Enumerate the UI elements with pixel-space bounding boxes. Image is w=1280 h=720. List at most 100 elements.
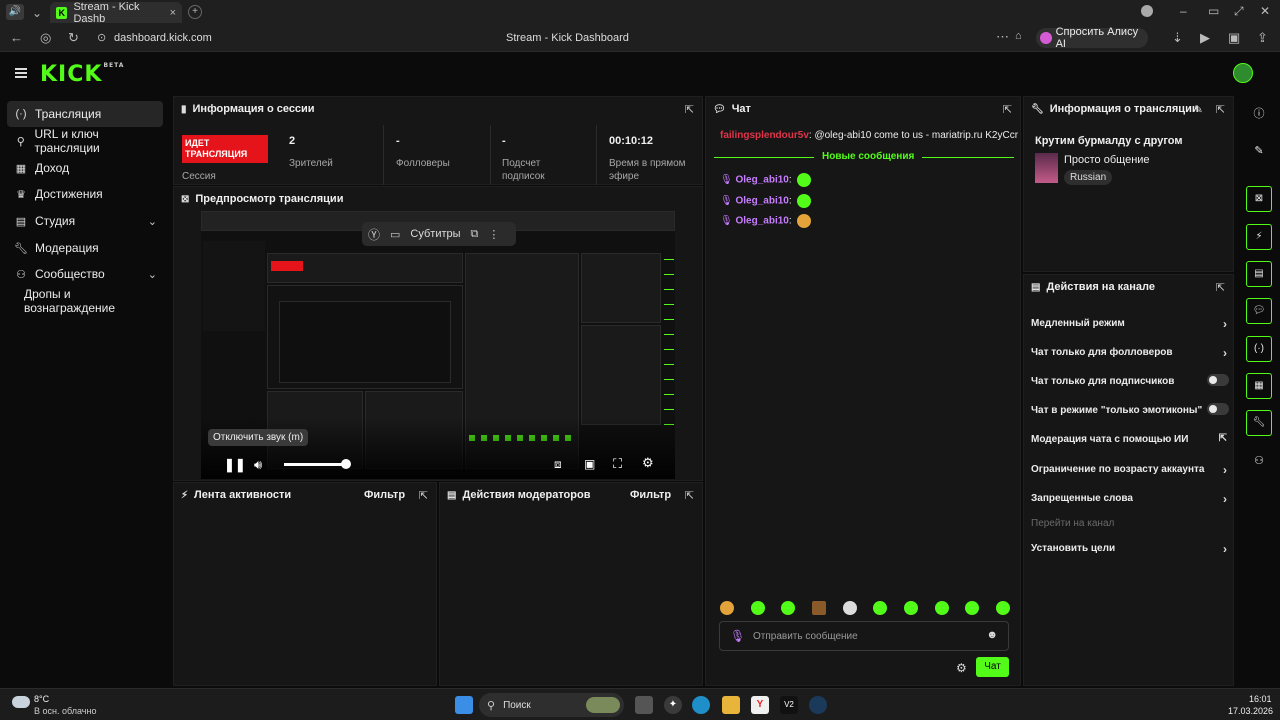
- tab-close-icon[interactable]: ×: [170, 7, 176, 19]
- action-followers-only[interactable]: Чат только для фолловеров ›: [1031, 346, 1227, 360]
- chat-username[interactable]: Oleg_abi10: [735, 196, 788, 207]
- v2-app-icon[interactable]: V2: [780, 696, 798, 714]
- restore-icon[interactable]: ▭: [1208, 5, 1219, 17]
- sidebar-item-drops[interactable]: Дропы и вознаграждение: [7, 287, 163, 315]
- community-rail-icon[interactable]: ⚇: [1246, 448, 1272, 474]
- yandex-browser-icon[interactable]: Y: [751, 696, 769, 714]
- filter-button[interactable]: Фильтр: [364, 489, 405, 501]
- action-account-age[interactable]: Ограничение по возрасту аккаунта ›: [1031, 463, 1227, 477]
- popout-icon[interactable]: ⇱: [419, 489, 428, 502]
- browser-tab[interactable]: K Stream - Kick Dashb ×: [50, 1, 182, 25]
- sidebar-item-broadcast[interactable]: (·) Трансляция: [7, 101, 163, 127]
- edit-icon[interactable]: ✎: [1194, 103, 1203, 116]
- url-field[interactable]: dashboard.kick.com: [114, 32, 212, 44]
- alice-button[interactable]: Спросить Алису AI: [1036, 26, 1148, 50]
- file-explorer-icon[interactable]: [722, 696, 740, 714]
- volume-icon[interactable]: 🔊︎: [254, 457, 262, 473]
- minimize-icon[interactable]: –: [1180, 5, 1187, 17]
- more-vertical-icon[interactable]: ⋮: [488, 228, 499, 241]
- sidebar-item-revenue[interactable]: ▦ Доход: [7, 155, 163, 181]
- site-info-icon[interactable]: ⊙: [97, 31, 106, 44]
- action-slow-mode[interactable]: Медленный режим ›: [1031, 317, 1227, 331]
- emote-icon[interactable]: [811, 601, 826, 615]
- sidebar-item-moderation[interactable]: 🔧︎ Модерация: [7, 235, 163, 261]
- edge-icon[interactable]: [692, 696, 710, 714]
- copilot-icon[interactable]: ✦: [664, 696, 682, 714]
- bookmark-icon[interactable]: ⌂: [1015, 30, 1022, 42]
- emote-icon[interactable]: [934, 601, 949, 615]
- broadcast-rail-icon[interactable]: (·): [1246, 336, 1272, 362]
- info-icon[interactable]: ⓘ: [1246, 101, 1272, 127]
- steam-icon[interactable]: [809, 696, 827, 714]
- popout-icon[interactable]: ⇱: [1216, 103, 1225, 116]
- document-rail-icon[interactable]: ▤: [1246, 261, 1272, 287]
- popout-icon[interactable]: ⇱: [685, 489, 694, 502]
- subscribers-only-toggle[interactable]: [1207, 374, 1229, 386]
- emote-icon[interactable]: [903, 601, 918, 615]
- emote-icon[interactable]: [873, 601, 888, 615]
- emote-icon[interactable]: [965, 601, 980, 615]
- emote-icon[interactable]: [842, 601, 857, 615]
- collections-icon[interactable]: ▣: [1228, 30, 1240, 46]
- downloads-icon[interactable]: ⇣: [1172, 30, 1183, 46]
- action-ai-moderation[interactable]: Модерация чата с помощью ИИ ⇱: [1031, 433, 1227, 445]
- lightning-rail-icon[interactable]: ⚡︎: [1246, 224, 1272, 250]
- more-icon[interactable]: ⋯: [996, 29, 1009, 45]
- chat-username[interactable]: Oleg_abi10: [735, 175, 788, 186]
- chat-username[interactable]: Oleg_abi10: [735, 216, 788, 227]
- back-icon[interactable]: ←: [10, 30, 23, 45]
- chat-rail-icon[interactable]: 💬︎: [1246, 298, 1272, 324]
- task-view-icon[interactable]: [635, 696, 653, 714]
- sidebar-item-achievements[interactable]: ♛ Достижения: [7, 181, 163, 207]
- close-window-icon[interactable]: ✕: [1260, 5, 1270, 17]
- chat-input[interactable]: 🎙︎ Отправить сообщение ☻: [719, 621, 1009, 651]
- action-set-goals[interactable]: Установить цели ›: [1031, 542, 1227, 556]
- fullscreen-icon[interactable]: ⛶: [613, 456, 622, 472]
- pip-icon[interactable]: ⧉: [471, 228, 479, 241]
- sidebar-item-community[interactable]: ⚇ Сообщество ⌄: [7, 261, 163, 287]
- volume-slider[interactable]: [284, 459, 351, 469]
- sidebar-item-studio[interactable]: ▤ Студия ⌄: [7, 208, 163, 234]
- emote-icon[interactable]: [720, 601, 734, 615]
- miniplayer-icon[interactable]: ⧈: [554, 457, 562, 472]
- clock-date[interactable]: 17.03.2026: [1228, 706, 1273, 716]
- emote-icon[interactable]: [995, 601, 1010, 615]
- yandex-icon[interactable]: Ⓨ: [368, 226, 380, 243]
- chat-username[interactable]: failingsplendour5v: [720, 130, 809, 141]
- theater-icon[interactable]: ▣: [584, 457, 595, 471]
- user-avatar[interactable]: [1233, 63, 1253, 83]
- preview-rail-icon[interactable]: ⊠: [1246, 186, 1272, 212]
- chevron-down-icon[interactable]: ⌄: [32, 7, 42, 19]
- send-chat-button[interactable]: Чат: [976, 657, 1009, 677]
- sidebar-item-stream-key[interactable]: ⚲ URL и ключ трансляции: [7, 127, 163, 155]
- profile-icon[interactable]: [1141, 5, 1153, 17]
- emote-only-toggle[interactable]: [1207, 403, 1229, 415]
- action-banned-words[interactable]: Запрещенные слова ›: [1031, 492, 1227, 506]
- maximize-icon[interactable]: ⤢: [1234, 5, 1244, 17]
- chat-settings-icon[interactable]: ⚙: [956, 661, 967, 675]
- edit-icon[interactable]: ✎: [1246, 138, 1272, 164]
- popout-icon[interactable]: ⇱: [1003, 103, 1012, 116]
- emoji-icon[interactable]: ☻: [986, 629, 998, 641]
- emote-icon[interactable]: [781, 601, 796, 615]
- popout-icon[interactable]: ⇱: [685, 103, 694, 116]
- settings-icon[interactable]: ⚙: [642, 455, 654, 471]
- volume-knob[interactable]: [341, 459, 351, 469]
- pause-icon[interactable]: ❚❚: [224, 457, 246, 473]
- popout-icon[interactable]: ⇱: [1216, 281, 1225, 294]
- menu-icon[interactable]: [15, 68, 27, 78]
- play-icon[interactable]: ▶: [1200, 30, 1210, 46]
- new-tab-icon[interactable]: +: [188, 5, 202, 19]
- filter-button[interactable]: Фильтр: [630, 489, 671, 501]
- wrench-rail-icon[interactable]: 🔧︎: [1246, 410, 1272, 436]
- subtitles-button[interactable]: Субтитры: [410, 228, 460, 240]
- clock-time[interactable]: 16:01: [1249, 694, 1272, 704]
- language-tag[interactable]: Russian: [1064, 170, 1113, 185]
- protect-icon[interactable]: ◎: [40, 30, 51, 46]
- layout-rail-icon[interactable]: ▦: [1246, 373, 1272, 399]
- taskbar-search[interactable]: ⚲ Поиск: [479, 693, 624, 717]
- sound-icon[interactable]: 🔊: [6, 4, 24, 20]
- share-icon[interactable]: ⇪: [1257, 30, 1268, 46]
- kick-logo[interactable]: KICKBETA: [40, 62, 124, 87]
- windows-start-icon[interactable]: [455, 696, 473, 714]
